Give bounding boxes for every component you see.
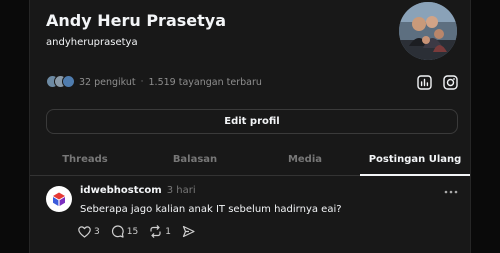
- profile-name: Andy Heru Prasetya: [46, 11, 226, 30]
- profile-panel: Andy Heru Prasetya andyheruprasetya 32 p…: [29, 0, 471, 253]
- repost-icon: [150, 225, 161, 238]
- like-count: 3: [94, 226, 100, 237]
- post-author-avatar[interactable]: [46, 186, 72, 212]
- more-dots-icon: [444, 190, 458, 194]
- post-header: idwebhostcom 3 hari: [80, 185, 196, 196]
- post-actions: 3 15 1: [78, 225, 206, 238]
- recent-views: 1.519 tayangan terbaru: [148, 76, 262, 88]
- bar-chart-icon: [416, 74, 432, 90]
- followers-count[interactable]: 32 pengikut: [79, 77, 136, 88]
- like-button[interactable]: 3: [78, 225, 100, 238]
- instagram-button[interactable]: [442, 74, 458, 90]
- edit-profile-button[interactable]: Edit profil: [46, 109, 458, 134]
- reply-count: 15: [126, 226, 139, 237]
- post-timestamp: 3 hari: [166, 185, 196, 196]
- comment-icon: [111, 225, 124, 238]
- send-icon: [182, 225, 195, 238]
- profile-tabs: Threads Balasan Media Postingan Ulang: [30, 143, 470, 176]
- instagram-icon: [442, 74, 458, 90]
- profile-stats: 32 pengikut · 1.519 tayangan terbaru: [46, 74, 262, 90]
- tab-threads[interactable]: Threads: [30, 143, 140, 176]
- active-tab-indicator: [360, 174, 470, 176]
- heart-icon: [78, 225, 91, 238]
- tab-replies[interactable]: Balasan: [140, 143, 250, 176]
- profile-avatar[interactable]: [399, 2, 457, 60]
- idwebhost-logo: [53, 192, 65, 206]
- post-body: Seberapa jago kalian anak IT sebelum had…: [80, 204, 342, 215]
- repost-button[interactable]: 1: [149, 225, 171, 238]
- reply-button[interactable]: 15: [111, 225, 138, 238]
- follower-avatars[interactable]: [46, 75, 76, 89]
- insights-button[interactable]: [416, 74, 432, 90]
- tab-reposts[interactable]: Postingan Ulang: [360, 143, 470, 176]
- stats-separator: ·: [140, 77, 144, 87]
- tab-media[interactable]: Media: [250, 143, 360, 176]
- post-username[interactable]: idwebhostcom: [80, 185, 162, 196]
- repost-count: 1: [165, 226, 171, 237]
- profile-handle[interactable]: andyheruprasetya: [46, 37, 138, 48]
- share-button[interactable]: [182, 225, 195, 238]
- post-more-button[interactable]: [443, 185, 459, 199]
- follower-avatar: [62, 75, 75, 88]
